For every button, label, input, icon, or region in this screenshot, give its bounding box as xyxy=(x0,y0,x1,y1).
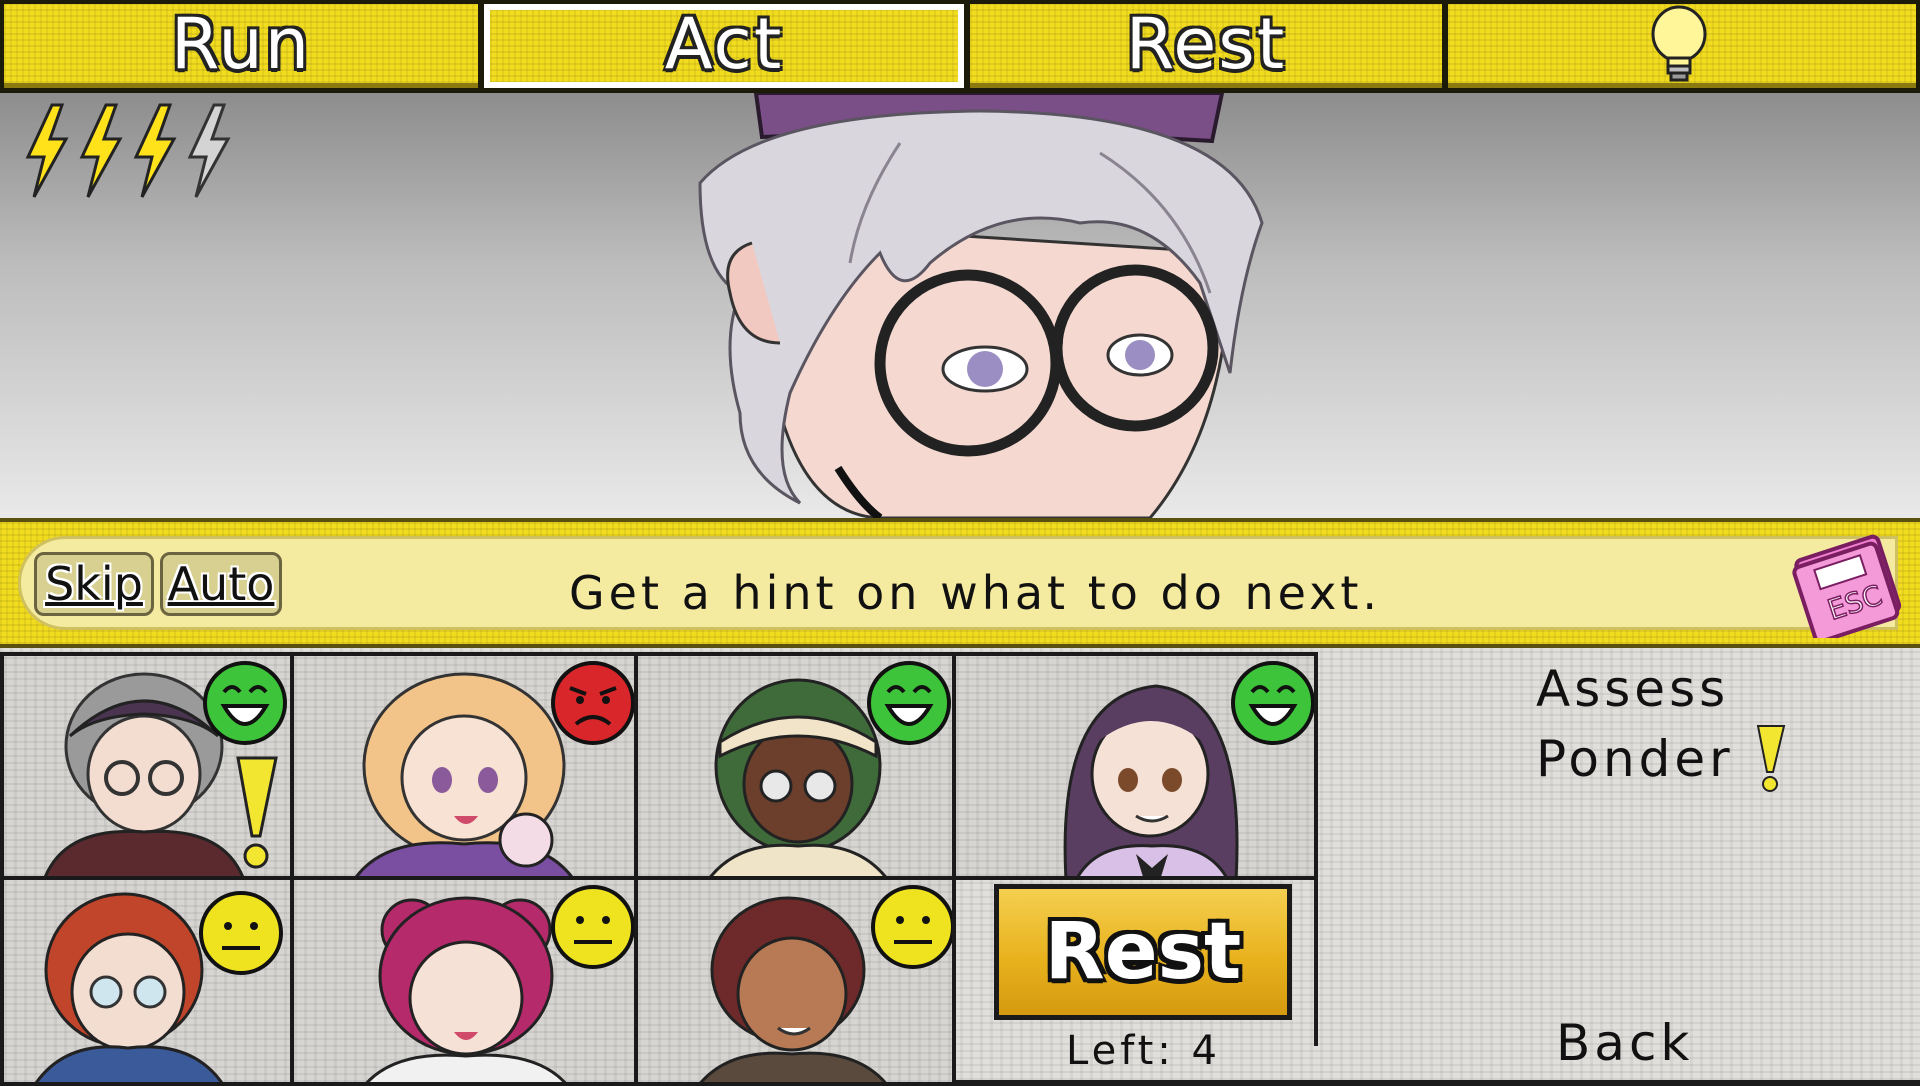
lightning-bolt-icon xyxy=(79,103,123,198)
party-member-card[interactable] xyxy=(634,876,956,1086)
skip-button-label: Skip xyxy=(45,557,143,611)
menu-item-ponder[interactable]: Ponder xyxy=(1536,730,1734,788)
mood-happy-icon xyxy=(867,661,951,745)
party-member-card[interactable] xyxy=(290,876,638,1086)
party-member-card[interactable] xyxy=(634,652,956,880)
lightning-bolt-icon xyxy=(133,103,177,198)
mood-upset-icon xyxy=(551,661,634,745)
party-member-card[interactable] xyxy=(0,652,294,880)
mood-neutral-icon xyxy=(871,885,952,969)
rests-left-counter: Left: 4 xyxy=(1066,1028,1221,1074)
scene-view xyxy=(0,93,1920,518)
exclamation-alert-icon xyxy=(236,756,278,869)
lightning-bolt-icon xyxy=(25,103,69,198)
energy-meter xyxy=(22,103,232,199)
skip-button[interactable]: Skip xyxy=(34,552,154,616)
mood-happy-icon xyxy=(1231,661,1314,745)
panel-divider xyxy=(1314,652,1318,1046)
party-member-card[interactable] xyxy=(290,652,638,880)
lightbulb-icon xyxy=(1651,5,1707,82)
dialogue-text: Get a hint on what to do next. xyxy=(569,566,1381,620)
mood-happy-icon xyxy=(203,661,287,745)
character-closeup xyxy=(698,93,1264,518)
rest-button[interactable]: Rest xyxy=(994,884,1292,1020)
auto-button-label: Auto xyxy=(167,557,275,611)
esc-notebook-icon[interactable]: ESC xyxy=(1790,528,1908,638)
tab-act[interactable]: Act xyxy=(484,2,964,88)
menu-item-assess[interactable]: Assess xyxy=(1536,660,1729,718)
tab-act-label: Act xyxy=(664,2,784,85)
dialogue-bar: Skip Auto Get a hint on what to do next. xyxy=(0,518,1920,648)
back-button[interactable]: Back xyxy=(1556,1014,1693,1072)
tab-run-label: Run xyxy=(170,2,312,85)
hint-tab[interactable] xyxy=(1448,4,1916,88)
action-tab-bar: Run Act Rest xyxy=(0,0,1920,93)
mood-neutral-icon xyxy=(551,885,634,969)
tab-rest[interactable]: Rest xyxy=(970,2,1442,88)
auto-button[interactable]: Auto xyxy=(160,552,282,616)
party-member-card[interactable] xyxy=(952,652,1318,880)
tab-rest-label: Rest xyxy=(1125,2,1287,85)
exclamation-alert-icon xyxy=(1756,725,1786,792)
lightning-bolt-empty-icon xyxy=(187,103,231,198)
tab-run[interactable]: Run xyxy=(4,2,478,88)
mood-neutral-icon xyxy=(199,891,283,975)
party-member-card[interactable] xyxy=(0,876,294,1086)
rest-button-label: Rest xyxy=(1044,907,1242,997)
